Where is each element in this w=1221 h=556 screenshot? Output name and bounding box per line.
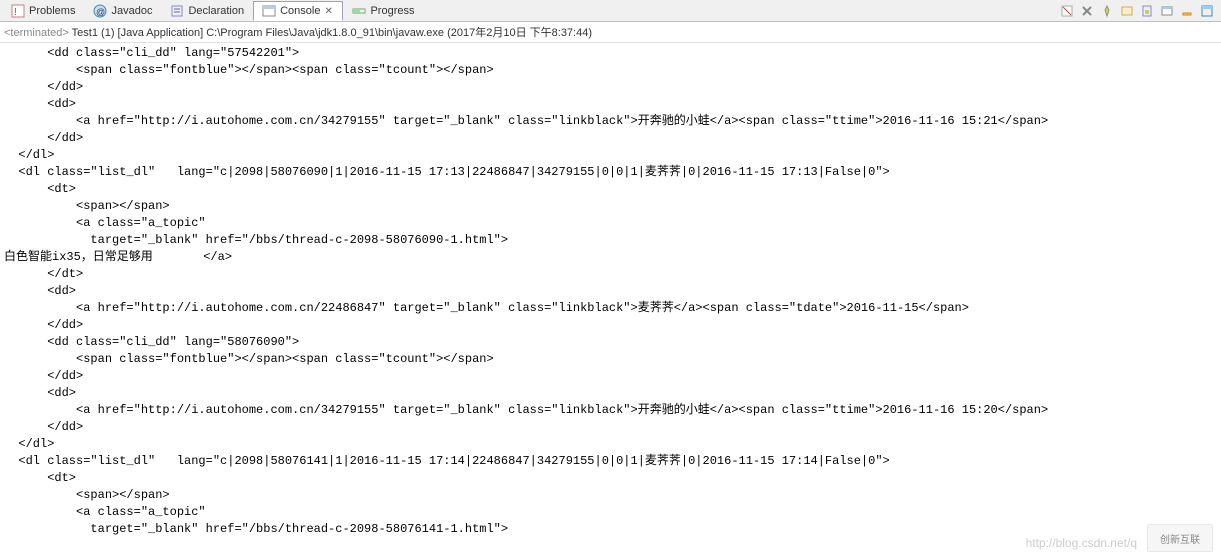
progress-icon	[352, 4, 366, 18]
tab-label: Progress	[370, 5, 414, 17]
tab-label: Problems	[29, 5, 75, 17]
scroll-lock-icon[interactable]	[1139, 3, 1155, 19]
maximize-icon[interactable]	[1199, 3, 1215, 19]
display-selected-icon[interactable]	[1119, 3, 1135, 19]
minimize-icon[interactable]	[1179, 3, 1195, 19]
logo-text: 创新互联	[1160, 531, 1200, 546]
declaration-icon	[170, 4, 184, 18]
terminated-label: <terminated>	[4, 27, 69, 39]
tab-problems[interactable]: ! Problems	[2, 1, 84, 21]
tab-label: Javadoc	[111, 5, 152, 17]
console-header: <terminated> Test1 (1) [Java Application…	[0, 22, 1221, 43]
tab-console[interactable]: Console ✕	[253, 1, 343, 21]
tab-declaration[interactable]: Declaration	[161, 1, 253, 21]
close-icon[interactable]: ✕	[324, 6, 334, 16]
remove-all-terminated-icon[interactable]	[1079, 3, 1095, 19]
views-tab-bar: ! Problems @ Javadoc Declaration Console…	[0, 0, 1221, 22]
watermark-text: http://blog.csdn.net/q	[1026, 536, 1137, 550]
pin-console-icon[interactable]	[1099, 3, 1115, 19]
tab-javadoc[interactable]: @ Javadoc	[84, 1, 161, 21]
tab-label: Declaration	[188, 5, 244, 17]
console-toolbar	[1059, 3, 1221, 19]
problems-icon: !	[11, 4, 25, 18]
javadoc-icon: @	[93, 4, 107, 18]
console-icon	[262, 4, 276, 18]
tab-progress[interactable]: Progress	[343, 1, 423, 21]
open-console-icon[interactable]	[1159, 3, 1175, 19]
console-output[interactable]: <dd class="cli_dd" lang="57542201"> <spa…	[0, 43, 1221, 553]
launch-description: Test1 (1) [Java Application] C:\Program …	[69, 27, 592, 39]
svg-text:@: @	[96, 7, 105, 17]
tab-label: Console	[280, 5, 320, 17]
svg-text:!: !	[14, 7, 17, 18]
clear-console-icon[interactable]	[1059, 3, 1075, 19]
logo-badge: 创新互联	[1147, 524, 1213, 552]
